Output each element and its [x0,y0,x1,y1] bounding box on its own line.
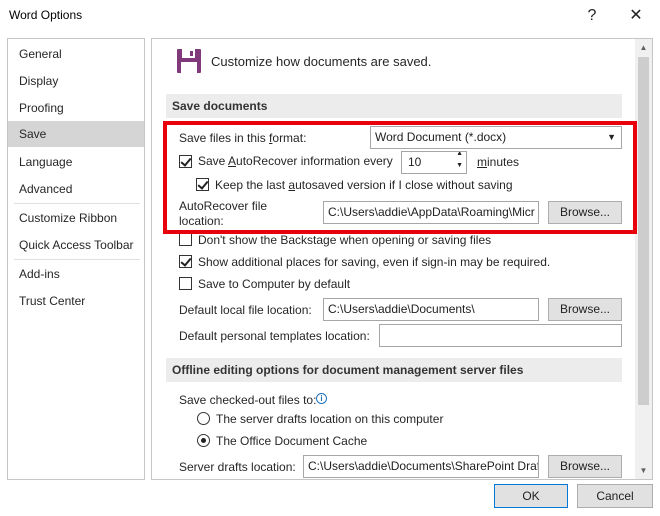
server-drafts-location-label: Server drafts location: [179,460,296,474]
default-templates-location-field[interactable] [379,324,622,347]
scroll-up-icon[interactable]: ▲ [635,39,652,56]
section-heading-offline-editing: Offline editing options for document man… [166,358,622,382]
server-drafts-location-field[interactable]: C:\Users\addie\Documents\SharePoint Draf [303,455,539,478]
sidebar-item-advanced[interactable]: Advanced [8,176,144,202]
default-local-browse-button[interactable]: Browse... [548,298,622,321]
default-templates-location-label: Default personal templates location: [179,329,370,343]
title-bar: Word Options ? ✕ [0,0,660,32]
sidebar: General Display Proofing Save Language A… [7,38,145,480]
scrollbar-thumb[interactable] [638,57,649,405]
sidebar-item-language[interactable]: Language [8,149,144,175]
save-to-computer-checkbox[interactable] [179,277,192,290]
cancel-button[interactable]: Cancel [577,484,653,508]
sidebar-divider [14,259,140,260]
save-checked-out-label: Save checked-out files to: [179,393,317,407]
sidebar-item-display[interactable]: Display [8,68,144,94]
sidebar-item-trust-center[interactable]: Trust Center [8,288,144,314]
default-local-location-label: Default local file location: [179,303,312,317]
help-button[interactable]: ? [580,4,604,28]
sidebar-item-general[interactable]: General [8,41,144,67]
sidebar-item-quick-access-toolbar[interactable]: Quick Access Toolbar [8,232,144,258]
page-description: Customize how documents are saved. [211,54,432,69]
sidebar-item-add-ins[interactable]: Add-ins [8,261,144,287]
close-button[interactable]: ✕ [624,4,648,28]
content-panel: Customize how documents are saved. Save … [151,38,653,480]
default-local-location-field[interactable]: C:\Users\addie\Documents\ [323,298,539,321]
info-icon[interactable]: i [316,393,327,404]
radio-office-cache[interactable] [197,434,210,447]
section-heading-save-documents: Save documents [166,94,622,118]
highlight-box [163,121,637,234]
sidebar-item-proofing[interactable]: Proofing [8,95,144,121]
radio-office-cache-label: The Office Document Cache [216,434,368,448]
sidebar-item-customize-ribbon[interactable]: Customize Ribbon [8,205,144,231]
sidebar-item-save[interactable]: Save [8,121,144,147]
radio-server-drafts-label: The server drafts location on this compu… [216,412,444,426]
sidebar-divider [14,203,140,204]
dont-show-backstage-checkbox[interactable] [179,233,192,246]
show-additional-places-label: Show additional places for saving, even … [198,255,551,269]
save-to-computer-label: Save to Computer by default [198,277,351,291]
dont-show-backstage-label: Don't show the Backstage when opening or… [198,233,492,247]
server-drafts-browse-button[interactable]: Browse... [548,455,622,478]
window-title: Word Options [9,8,83,22]
radio-server-drafts[interactable] [197,412,210,425]
floppy-disk-icon [176,48,202,74]
show-additional-places-checkbox[interactable] [179,255,192,268]
scroll-down-icon[interactable]: ▼ [635,462,652,479]
ok-button[interactable]: OK [494,484,568,508]
